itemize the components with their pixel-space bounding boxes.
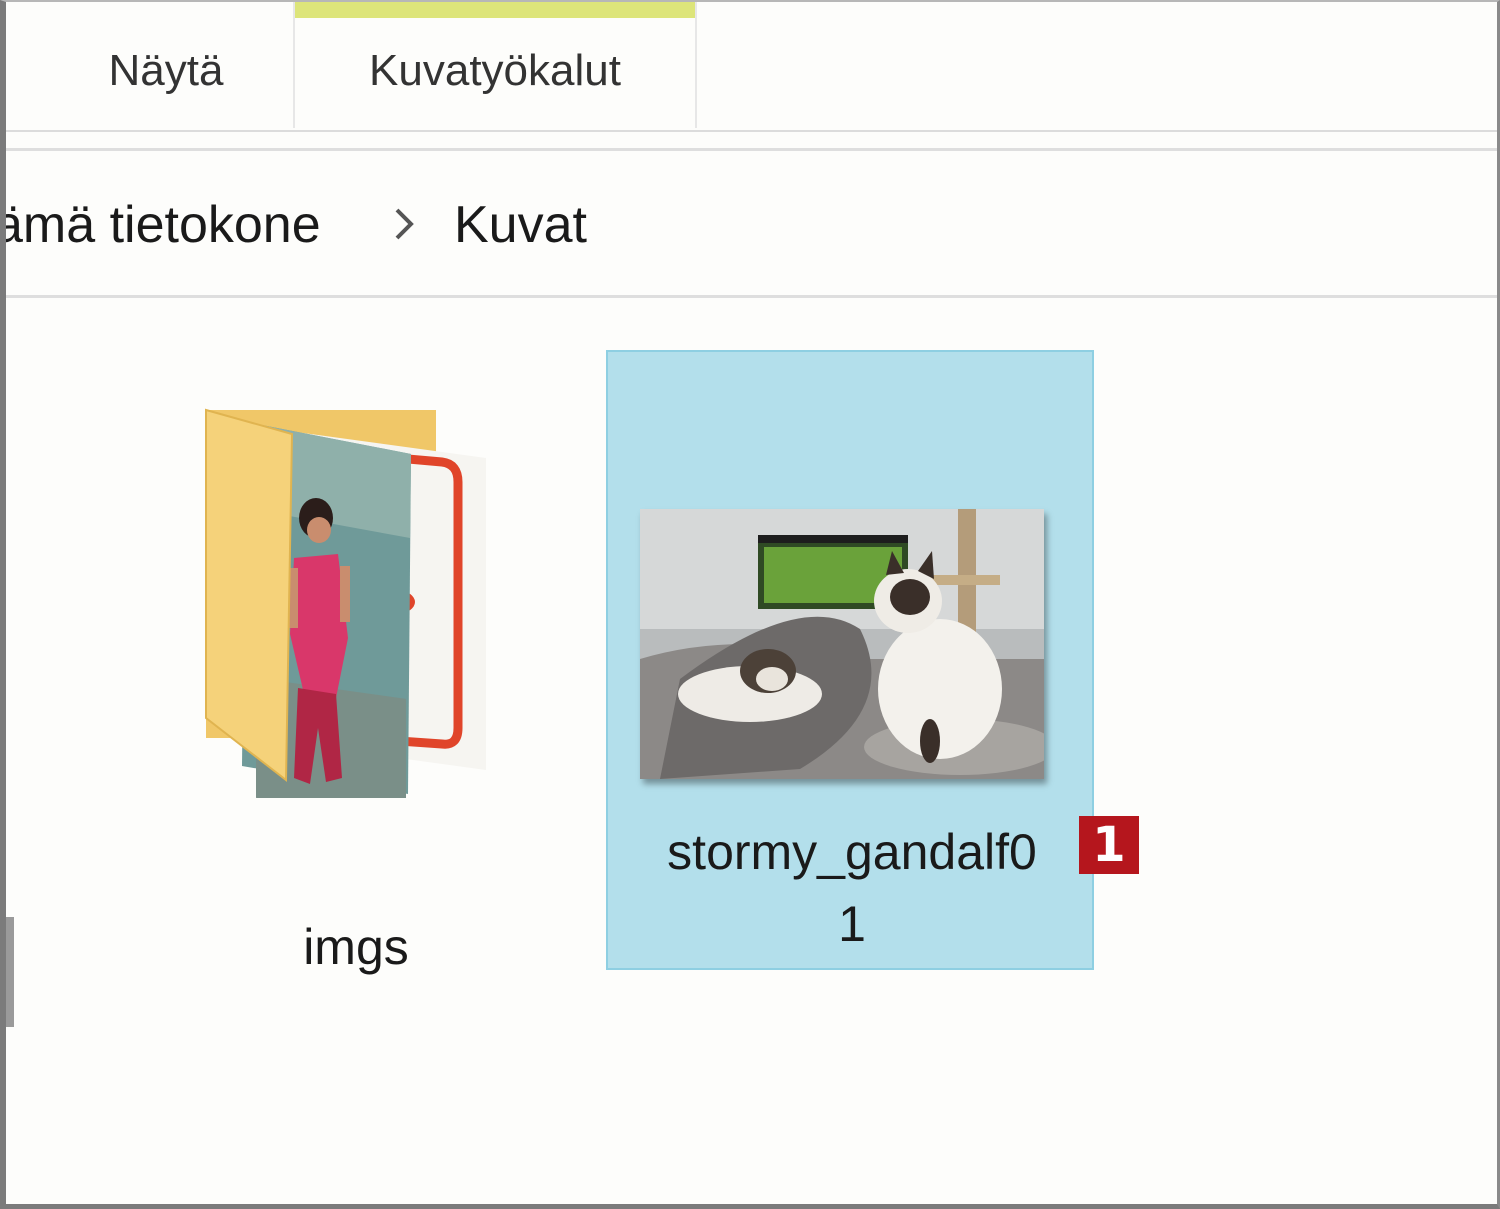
tab-view[interactable]: Näytä [46, 2, 286, 128]
file-item-stormy-gandalf01[interactable]: stormy_gandalf0 1 [606, 350, 1094, 970]
callout-badge: 1 [1079, 816, 1139, 874]
file-list: imgs stormy_gandalf0 1 1 [6, 298, 1497, 1198]
scrollbar-thumb[interactable] [6, 917, 14, 1027]
file-name-line-1: stormy_gandalf0 [667, 824, 1037, 880]
folder-name-label: imgs [303, 919, 409, 975]
contextual-tab-highlight [295, 2, 695, 18]
breadcrumb: ämä tietokone Kuvat [6, 148, 1497, 298]
folder-with-pictures-icon [205, 408, 486, 798]
chevron-right-icon[interactable] [391, 199, 417, 259]
breadcrumb-pictures[interactable]: Kuvat [454, 195, 587, 255]
tab-picture-tools[interactable]: Kuvatyökalut [293, 2, 697, 128]
file-name-label: stormy_gandalf0 1 [608, 816, 1096, 960]
breadcrumb-this-pc[interactable]: ämä tietokone [6, 195, 321, 255]
tab-view-label: Näytä [108, 46, 224, 95]
two-cats-on-sofa-thumbnail [640, 509, 1044, 779]
file-explorer-window: Näytä Kuvatyökalut ämä tietokone Kuvat i… [0, 0, 1500, 1209]
folder-item-imgs[interactable]: imgs [186, 398, 526, 975]
ribbon-tab-bar: Näytä Kuvatyökalut [6, 2, 1497, 132]
file-name-line-2: 1 [838, 896, 866, 952]
tab-picture-tools-label: Kuvatyökalut [369, 46, 621, 95]
